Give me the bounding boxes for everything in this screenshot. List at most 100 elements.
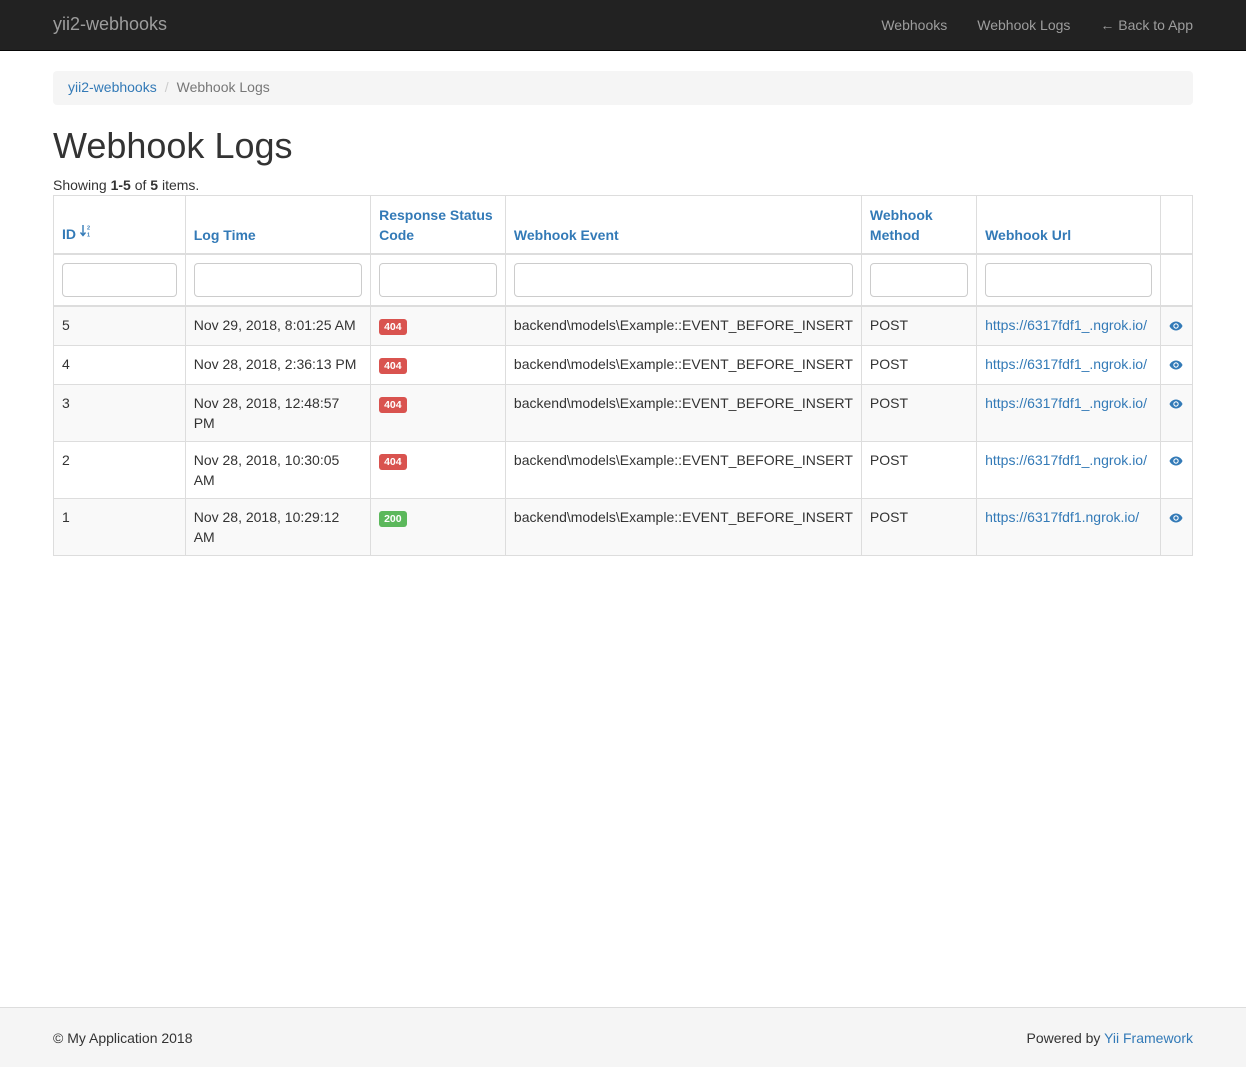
- view-button[interactable]: [1169, 509, 1183, 529]
- filter-cell-url: [976, 253, 1161, 307]
- cell-actions: [1159, 305, 1194, 346]
- status-badge: 404: [379, 396, 407, 413]
- view-button[interactable]: [1169, 317, 1183, 337]
- webhook-url-link[interactable]: https://6317fdf1_.ngrok.io/: [985, 395, 1147, 411]
- filter-cell-method: [860, 253, 978, 307]
- cell-log-time: Nov 28, 2018, 2:36:13 PM: [184, 344, 372, 385]
- cell-log-time: Nov 28, 2018, 10:30:05 AM: [184, 440, 372, 499]
- svg-text:1: 1: [87, 232, 90, 238]
- eye-icon: [1169, 456, 1183, 465]
- summary-of: of: [130, 177, 151, 193]
- breadcrumb-home[interactable]: yii2-webhooks: [68, 79, 157, 95]
- eye-icon: [1169, 399, 1183, 408]
- nav-link-webhooks[interactable]: Webhooks: [866, 0, 962, 50]
- cell-method: POST: [860, 344, 978, 385]
- webhook-url-link[interactable]: https://6317fdf1_.ngrok.io/: [985, 317, 1147, 333]
- cell-id: 4: [53, 344, 186, 385]
- filter-url-input[interactable]: [985, 262, 1152, 297]
- cell-method: POST: [860, 440, 978, 499]
- footer: © My Application 2018 Powered by Yii Fra…: [0, 1007, 1246, 1067]
- column-header-url[interactable]: Webhook Url: [976, 195, 1161, 255]
- column-header-actions: [1159, 195, 1194, 255]
- grid-summary: Showing 1-5 of 5 items.: [53, 177, 199, 193]
- sort-url-link[interactable]: Webhook Url: [985, 227, 1071, 243]
- view-button[interactable]: [1169, 356, 1183, 376]
- eye-icon: [1169, 513, 1183, 522]
- filter-id-input[interactable]: [62, 262, 177, 297]
- yii-framework-link[interactable]: Yii Framework: [1104, 1030, 1193, 1046]
- column-header-status-code[interactable]: Response Status Code: [370, 195, 506, 255]
- navbar: yii2-webhooks Webhooks Webhook Logs ← Ba…: [0, 0, 1246, 51]
- cell-url: https://6317fdf1_.ngrok.io/: [976, 305, 1161, 346]
- sort-status-code-link[interactable]: Response Status Code: [379, 207, 493, 243]
- eye-icon: [1169, 321, 1183, 330]
- cell-actions: [1159, 440, 1194, 499]
- filter-log-time-input[interactable]: [193, 262, 363, 297]
- nav-link-webhook-logs[interactable]: Webhook Logs: [962, 0, 1085, 50]
- filter-event-input[interactable]: [513, 262, 853, 297]
- table-row: 5 Nov 29, 2018, 8:01:25 AM 404 backend\m…: [53, 305, 1194, 346]
- cell-status: 404: [370, 344, 506, 385]
- filter-method-input[interactable]: [869, 262, 969, 297]
- cell-method: POST: [860, 305, 978, 346]
- cell-status: 404: [370, 305, 506, 346]
- sort-method-link[interactable]: Webhook Method: [870, 207, 933, 243]
- cell-event: backend\models\Example::EVENT_BEFORE_INS…: [504, 383, 862, 442]
- summary-suffix: items.: [158, 177, 200, 193]
- cell-log-time: Nov 28, 2018, 10:29:12 AM: [184, 497, 372, 556]
- cell-id: 3: [53, 383, 186, 442]
- table-row: 4 Nov 28, 2018, 2:36:13 PM 404 backend\m…: [53, 344, 1194, 385]
- column-header-event[interactable]: Webhook Event: [504, 195, 862, 255]
- view-button[interactable]: [1169, 452, 1183, 472]
- sort-event-link[interactable]: Webhook Event: [514, 227, 619, 243]
- cell-event: backend\models\Example::EVENT_BEFORE_INS…: [504, 497, 862, 556]
- table-row: 3 Nov 28, 2018, 12:48:57 PM 404 backend\…: [53, 383, 1194, 442]
- status-badge: 404: [379, 357, 407, 374]
- breadcrumb-current: Webhook Logs: [176, 79, 270, 95]
- status-badge: 200: [379, 510, 407, 527]
- sort-id-link[interactable]: ID 21: [62, 224, 92, 245]
- view-button[interactable]: [1169, 395, 1183, 415]
- status-badge: 404: [379, 318, 407, 335]
- nav-links: Webhooks Webhook Logs ← Back to App: [866, 0, 1193, 50]
- status-badge: 404: [379, 453, 407, 470]
- cell-actions: [1159, 497, 1194, 556]
- column-header-log-time[interactable]: Log Time: [184, 195, 372, 255]
- cell-status: 404: [370, 440, 506, 499]
- column-label-id: ID: [62, 225, 76, 242]
- table-row: 2 Nov 28, 2018, 10:30:05 AM 404 backend\…: [53, 440, 1194, 499]
- cell-id: 5: [53, 305, 186, 346]
- cell-id: 2: [53, 440, 186, 499]
- footer-copyright: © My Application 2018: [53, 1030, 193, 1046]
- brand-link[interactable]: yii2-webhooks: [53, 14, 167, 35]
- powered-by-text: Powered by: [1026, 1030, 1105, 1046]
- cell-event: backend\models\Example::EVENT_BEFORE_INS…: [504, 344, 862, 385]
- cell-url: https://6317fdf1_.ngrok.io/: [976, 344, 1161, 385]
- cell-log-time: Nov 28, 2018, 12:48:57 PM: [184, 383, 372, 442]
- webhook-url-link[interactable]: https://6317fdf1_.ngrok.io/: [985, 452, 1147, 468]
- cell-log-time: Nov 29, 2018, 8:01:25 AM: [184, 305, 372, 346]
- cell-id: 1: [53, 497, 186, 556]
- column-header-id[interactable]: ID 21: [53, 195, 186, 255]
- cell-actions: [1159, 344, 1194, 385]
- sort-numeric-asc-icon: 21: [79, 224, 92, 245]
- nav-link-back-to-app[interactable]: ← Back to App: [1085, 0, 1193, 50]
- filter-status-code-input[interactable]: [379, 262, 497, 297]
- column-header-method[interactable]: Webhook Method: [860, 195, 978, 255]
- cell-method: POST: [860, 383, 978, 442]
- cell-url: https://6317fdf1.ngrok.io/: [976, 497, 1161, 556]
- breadcrumb-separator: /: [164, 79, 169, 95]
- filter-cell-actions: [1159, 253, 1194, 307]
- breadcrumb: yii2-webhooks / Webhook Logs: [53, 71, 1193, 105]
- webhook-url-link[interactable]: https://6317fdf1_.ngrok.io/: [985, 356, 1147, 372]
- cell-status: 200: [370, 497, 506, 556]
- cell-event: backend\models\Example::EVENT_BEFORE_INS…: [504, 305, 862, 346]
- cell-method: POST: [860, 497, 978, 556]
- filter-cell-event: [504, 253, 862, 307]
- table-row: 1 Nov 28, 2018, 10:29:12 AM 200 backend\…: [53, 497, 1194, 556]
- sort-log-time-link[interactable]: Log Time: [194, 227, 256, 243]
- cell-url: https://6317fdf1_.ngrok.io/: [976, 440, 1161, 499]
- cell-status: 404: [370, 383, 506, 442]
- webhook-url-link[interactable]: https://6317fdf1.ngrok.io/: [985, 509, 1139, 525]
- filter-cell-id: [53, 253, 186, 307]
